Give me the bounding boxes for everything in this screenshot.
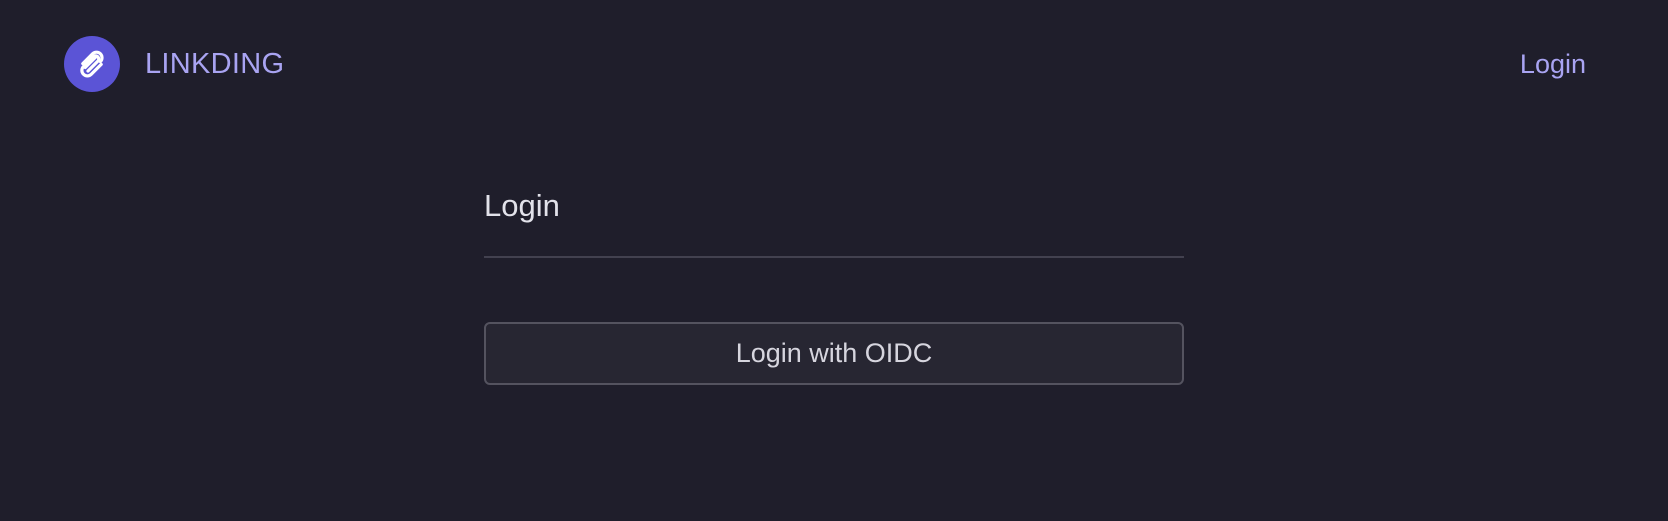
linkding-logo-icon [64, 36, 120, 92]
brand-home-link[interactable]: LINKDING [64, 36, 284, 92]
paperclip-link-icon [80, 50, 104, 78]
nav-login-link[interactable]: Login [1520, 46, 1586, 82]
login-section: Login Login with OIDC [484, 180, 1184, 385]
login-with-oidc-button[interactable]: Login with OIDC [484, 322, 1184, 385]
login-page: LINKDING Login Login Login with OIDC [0, 0, 1668, 521]
top-navbar: LINKDING Login [0, 0, 1668, 130]
brand-name: LINKDING [145, 48, 285, 80]
page-title: Login [484, 180, 1184, 258]
